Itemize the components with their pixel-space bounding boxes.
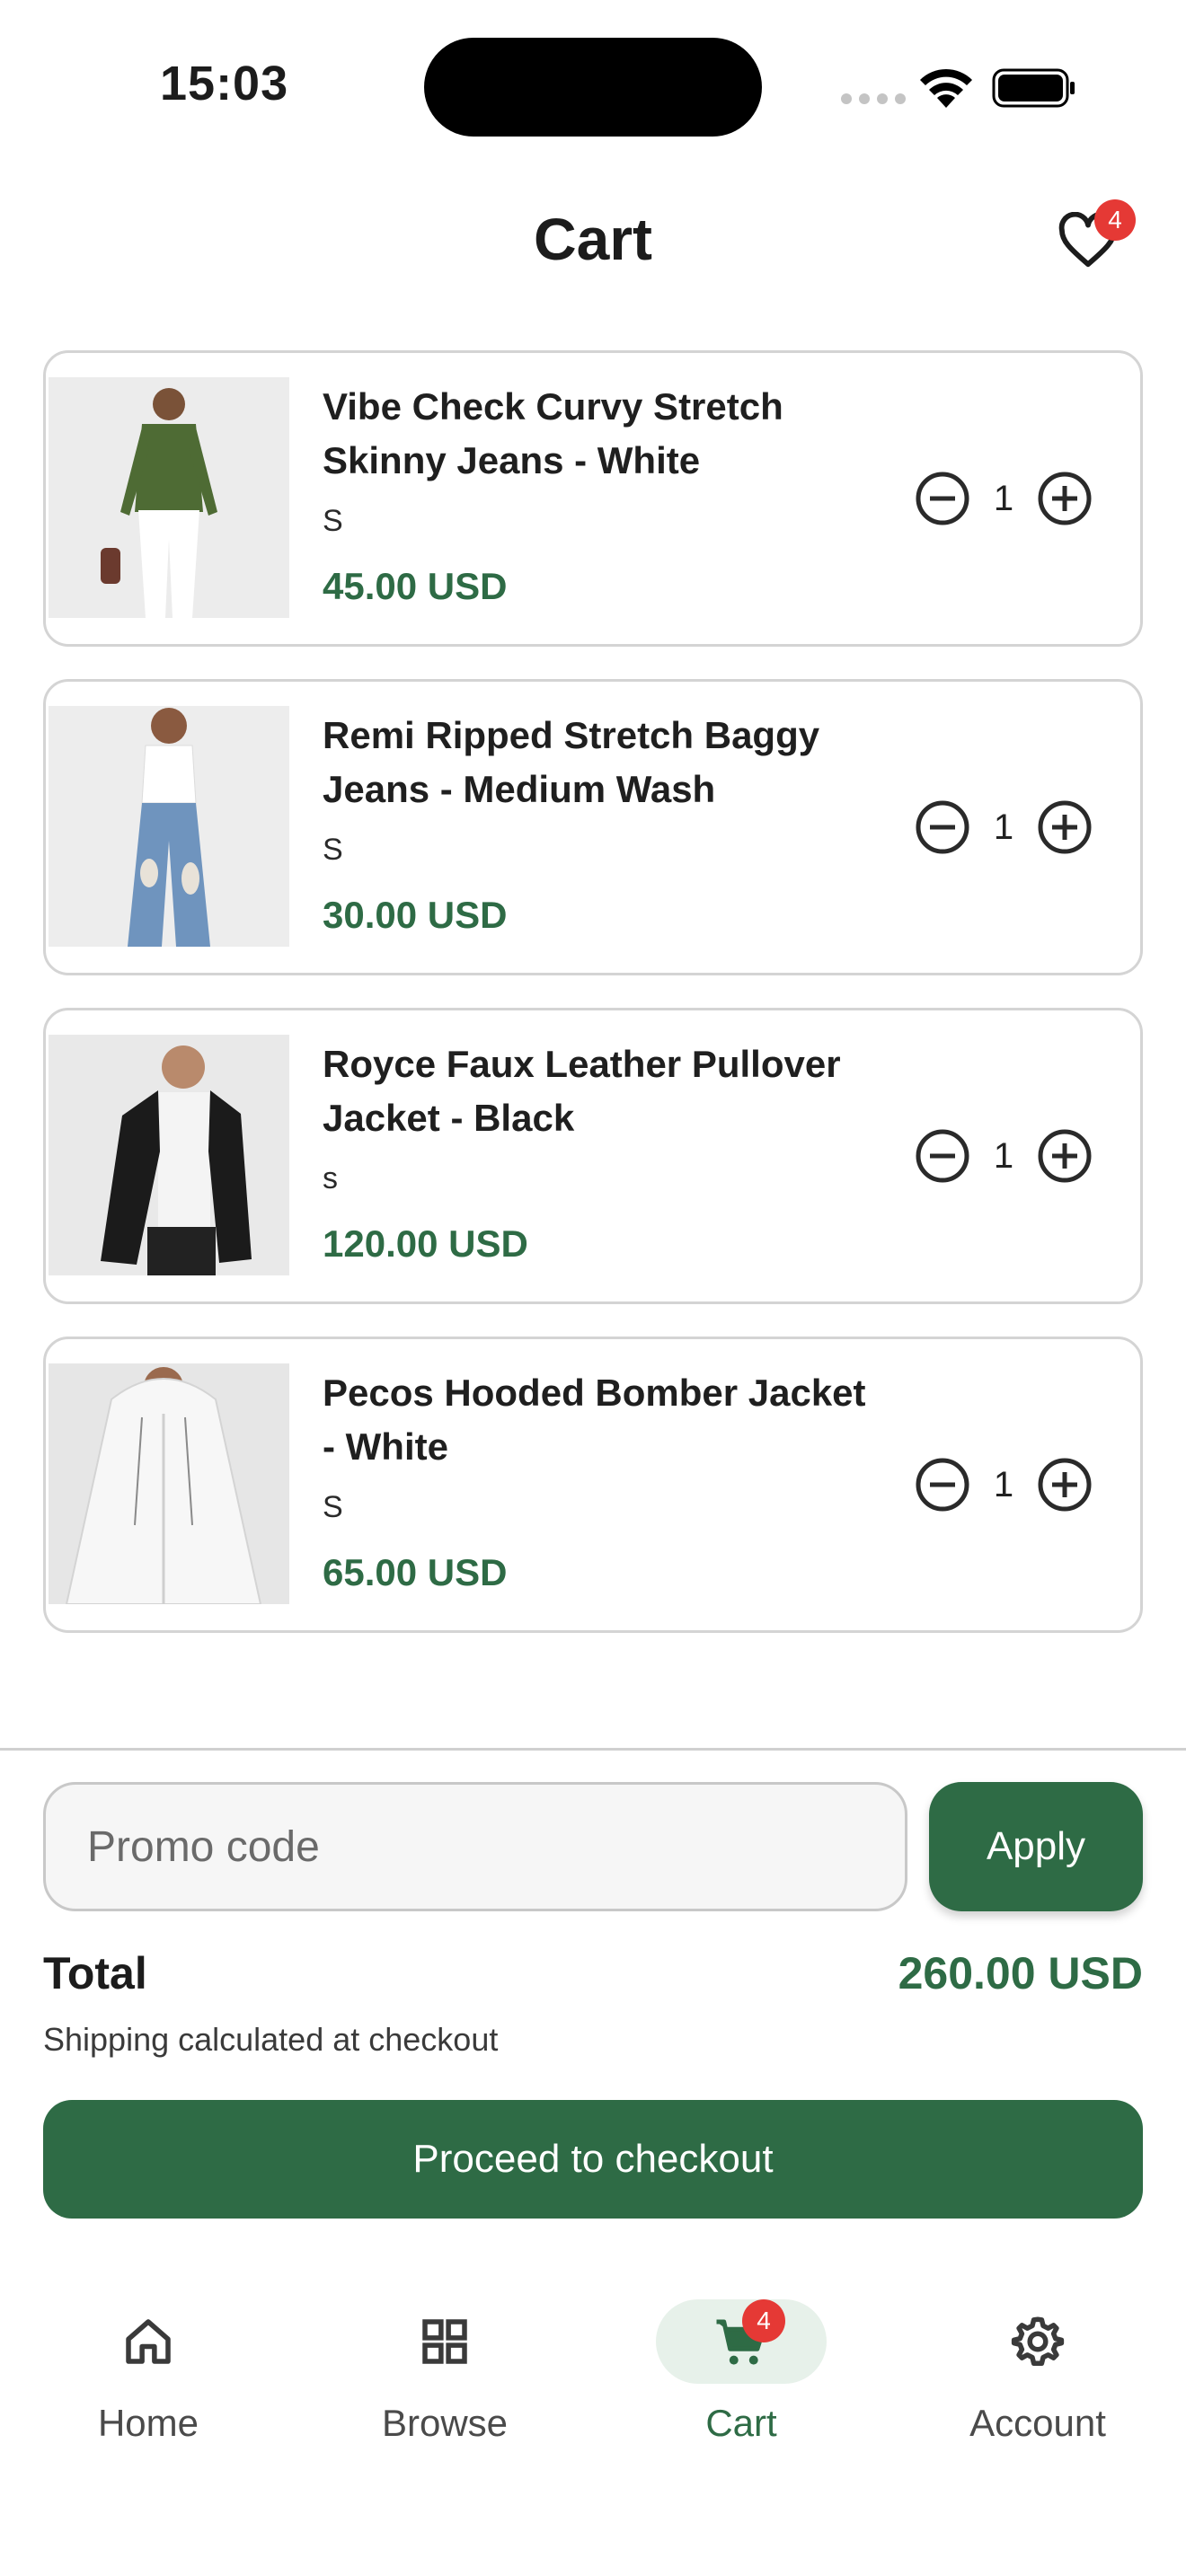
cellular-signal-icon (841, 93, 906, 104)
gear-icon (1011, 2316, 1065, 2366)
home-icon (126, 2319, 171, 2364)
cart-item: Pecos Hooded Bomber Jacket - White S 65.… (43, 1337, 1143, 1633)
tab-cart[interactable]: Cart (629, 2299, 854, 2461)
increase-quantity-icon[interactable] (1036, 798, 1093, 856)
decrease-quantity-icon[interactable] (914, 470, 971, 527)
increase-quantity-icon[interactable] (1036, 470, 1093, 527)
tab-label: Account (969, 2402, 1106, 2444)
tab-label: Home (97, 2402, 199, 2444)
item-price: 65.00 USD (323, 1551, 508, 1593)
quantity-value: 1 (993, 1464, 1014, 1504)
tab-home[interactable]: Home (36, 2299, 261, 2461)
apply-promo-button[interactable]: Apply (929, 1782, 1143, 1911)
total-value: 260.00 USD (898, 1948, 1143, 1998)
item-price: 45.00 USD (323, 565, 508, 607)
product-image[interactable] (49, 1363, 289, 1604)
item-size: S (323, 833, 343, 867)
shipping-note: Shipping calculated at checkout (43, 2021, 499, 2058)
product-image[interactable] (49, 706, 289, 947)
decrease-quantity-icon[interactable] (914, 798, 971, 856)
product-image[interactable] (49, 377, 289, 618)
tab-label: Browse (381, 2402, 509, 2444)
item-size: s (323, 1161, 338, 1195)
decrease-quantity-icon[interactable] (914, 1456, 971, 1513)
item-name[interactable]: Pecos Hooded Bomber Jacket - White (323, 1366, 880, 1474)
tab-browse[interactable]: Browse (332, 2299, 557, 2461)
cart-count-badge: 4 (742, 2299, 785, 2342)
product-image[interactable] (49, 1035, 289, 1275)
total-label: Total (43, 1948, 147, 1998)
item-size: S (323, 504, 343, 538)
item-name[interactable]: Royce Faux Leather Pullover Jacket - Bla… (323, 1037, 880, 1145)
tab-account[interactable]: Account (925, 2299, 1150, 2461)
item-name[interactable]: Remi Ripped Stretch Baggy Jeans - Medium… (323, 709, 880, 816)
quantity-stepper: 1 (914, 798, 1093, 856)
battery-icon (992, 68, 1075, 108)
increase-quantity-icon[interactable] (1036, 1127, 1093, 1185)
item-name[interactable]: Vibe Check Curvy Stretch Skinny Jeans - … (323, 380, 880, 488)
decrease-quantity-icon[interactable] (914, 1127, 971, 1185)
quantity-stepper: 1 (914, 1456, 1093, 1513)
wishlist-count-badge: 4 (1094, 199, 1136, 241)
status-time: 15:03 (160, 57, 289, 110)
item-price: 30.00 USD (323, 894, 508, 936)
cart-item: Royce Faux Leather Pullover Jacket - Bla… (43, 1008, 1143, 1304)
quantity-value: 1 (993, 478, 1014, 518)
quantity-stepper: 1 (914, 1127, 1093, 1185)
item-price: 120.00 USD (323, 1222, 528, 1265)
quantity-value: 1 (993, 1135, 1014, 1176)
dynamic-island (424, 38, 762, 137)
promo-code-input[interactable] (43, 1782, 907, 1911)
checkout-button[interactable]: Proceed to checkout (43, 2100, 1143, 2219)
item-size: S (323, 1490, 343, 1524)
grid-icon (422, 2319, 467, 2364)
quantity-value: 1 (993, 807, 1014, 847)
tab-label: Cart (705, 2402, 777, 2444)
cart-item: Vibe Check Curvy Stretch Skinny Jeans - … (43, 350, 1143, 647)
quantity-stepper: 1 (914, 470, 1093, 527)
wifi-icon (920, 68, 972, 108)
page-title: Cart (533, 206, 653, 272)
cart-item: Remi Ripped Stretch Baggy Jeans - Medium… (43, 679, 1143, 975)
summary-divider (0, 1748, 1186, 1751)
increase-quantity-icon[interactable] (1036, 1456, 1093, 1513)
